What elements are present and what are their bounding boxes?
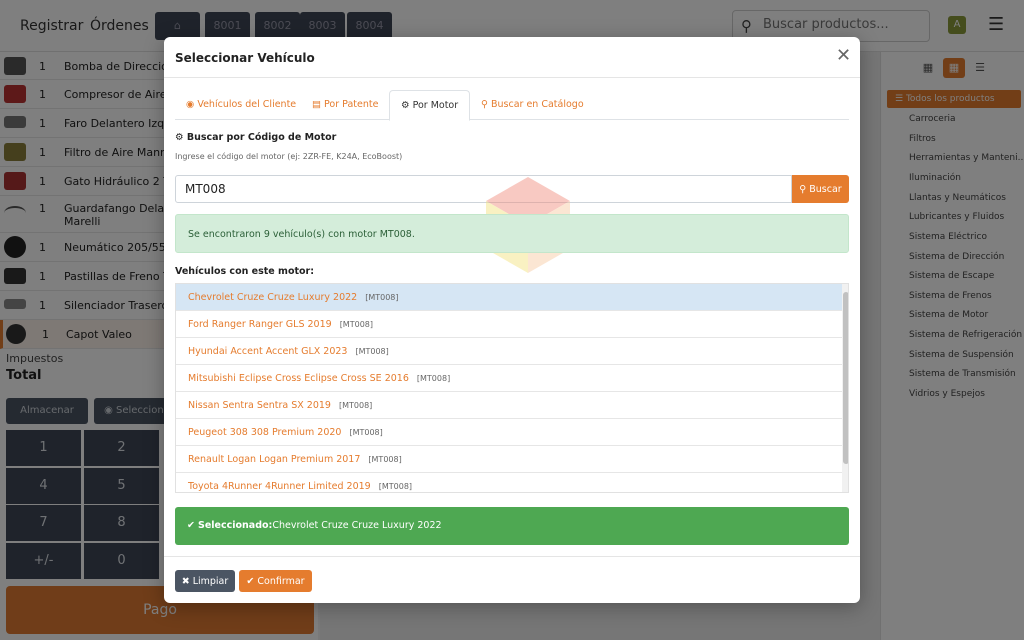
tab-label: Buscar en Catálogo (491, 99, 584, 110)
vehicle-name: Peugeot 308 308 Premium 2020 (188, 427, 342, 438)
vehicle-item[interactable]: Toyota 4Runner 4Runner Limited 2019 [MT00… (176, 473, 842, 492)
vehicle-name: Chevrolet Cruze Cruze Luxury 2022 (188, 292, 358, 303)
car-icon: ◉ (186, 99, 195, 110)
scrollbar-thumb[interactable] (843, 292, 848, 464)
select-vehicle-modal: Seleccionar Vehículo ✕ ◉ Vehículos del C… (164, 37, 860, 603)
vehicle-name: Ford Ranger Ranger GLS 2019 (188, 319, 332, 330)
engine-search-heading: ⚙ Buscar por Código de Motor (175, 132, 336, 143)
engine-code: [MT008] (355, 347, 389, 356)
vehicle-name: Hyundai Accent Accent GLX 2023 (188, 346, 348, 357)
tab-by-engine[interactable]: ⚙ Por Motor (389, 90, 471, 121)
modal-header: Seleccionar Vehículo ✕ (164, 37, 860, 78)
vehicle-list-title: Vehículos con este motor: (175, 266, 315, 277)
engine-code: [MT008] (378, 482, 413, 491)
gear-icon: ⚙ (175, 132, 184, 143)
engine-search-button[interactable]: ⚲ Buscar (792, 175, 849, 203)
vehicle-name: Mitsubishi Eclipse Cross Eclipse Cross S… (188, 373, 409, 384)
tab-label: Por Motor (412, 100, 459, 111)
confirm-button[interactable]: ✔ Confirmar (239, 570, 312, 592)
vehicle-name: Toyota 4Runner 4Runner Limited 2019 (188, 481, 371, 492)
close-icon: ✖ (181, 575, 190, 587)
vehicle-item[interactable]: Renault Logan Logan Premium 2017 [MT008] (176, 446, 842, 473)
engine-code-input[interactable] (175, 175, 792, 203)
id-card-icon: ▤ (312, 99, 321, 110)
check-circle-icon: ✔ (187, 520, 195, 531)
search-icon: ⚲ (481, 99, 488, 110)
vehicle-search-tabs: ◉ Vehículos del Cliente ▤ Por Patente ⚙ … (175, 90, 849, 121)
modal-title: Seleccionar Vehículo (175, 51, 315, 65)
gear-icon: ⚙ (401, 100, 410, 111)
vehicle-item[interactable]: Mitsubishi Eclipse Cross Eclipse Cross S… (176, 365, 842, 392)
clear-button[interactable]: ✖ Limpiar (175, 570, 235, 592)
vehicle-item[interactable]: Nissan Sentra Sentra SX 2019 [MT008] (176, 392, 842, 419)
close-icon[interactable]: ✕ (836, 47, 851, 65)
check-icon: ✔ (246, 575, 255, 587)
vehicle-list: Chevrolet Cruze Cruze Luxury 2022 [MT008]… (175, 283, 849, 493)
tab-catalog-search[interactable]: ⚲ Buscar en Catálogo (470, 90, 595, 120)
vehicle-item[interactable]: Ford Ranger Ranger GLS 2019 [MT008] (176, 311, 842, 338)
engine-search-hint: Ingrese el código del motor (ej: 2ZR-FE,… (175, 152, 403, 161)
engine-code: [MT008] (349, 428, 383, 437)
tab-label: Por Patente (324, 99, 379, 110)
search-result-alert: Se encontraron 9 vehículo(s) con motor M… (175, 214, 849, 253)
engine-code: [MT008] (368, 455, 402, 464)
engine-code: [MT008] (365, 293, 399, 302)
engine-code: [MT008] (416, 374, 451, 383)
vehicle-item[interactable]: Peugeot 308 308 Premium 2020 [MT008] (176, 419, 842, 446)
vehicle-name: Renault Logan Logan Premium 2017 (188, 454, 361, 465)
engine-code: [MT008] (339, 320, 373, 329)
selected-vehicle-name: Chevrolet Cruze Cruze Luxury 2022 (272, 520, 442, 531)
engine-code: [MT008] (338, 401, 373, 410)
engine-search-button-label: Buscar (809, 183, 842, 195)
vehicle-name: Nissan Sentra Sentra SX 2019 (188, 400, 331, 411)
confirm-button-label: Confirmar (257, 575, 305, 587)
search-icon: ⚲ (799, 183, 807, 195)
selected-prefix: Seleccionado: (198, 520, 273, 531)
tab-customer-vehicles[interactable]: ◉ Vehículos del Cliente (175, 90, 307, 120)
vehicle-list-scrollbar[interactable] (842, 284, 848, 492)
engine-search-heading-text: Buscar por Código de Motor (186, 132, 337, 143)
selected-vehicle-banner: ✔ Seleccionado:Chevrolet Cruze Cruze Lux… (175, 507, 849, 545)
tab-by-plate[interactable]: ▤ Por Patente (301, 90, 389, 120)
tab-label: Vehículos del Cliente (197, 99, 297, 110)
vehicle-item[interactable]: Hyundai Accent Accent GLX 2023 [MT008] (176, 338, 842, 365)
modal-footer: ✖ Limpiar ✔ Confirmar (164, 556, 860, 603)
vehicle-item-selected[interactable]: Chevrolet Cruze Cruze Luxury 2022 [MT008] (176, 284, 842, 311)
clear-button-label: Limpiar (192, 575, 229, 587)
